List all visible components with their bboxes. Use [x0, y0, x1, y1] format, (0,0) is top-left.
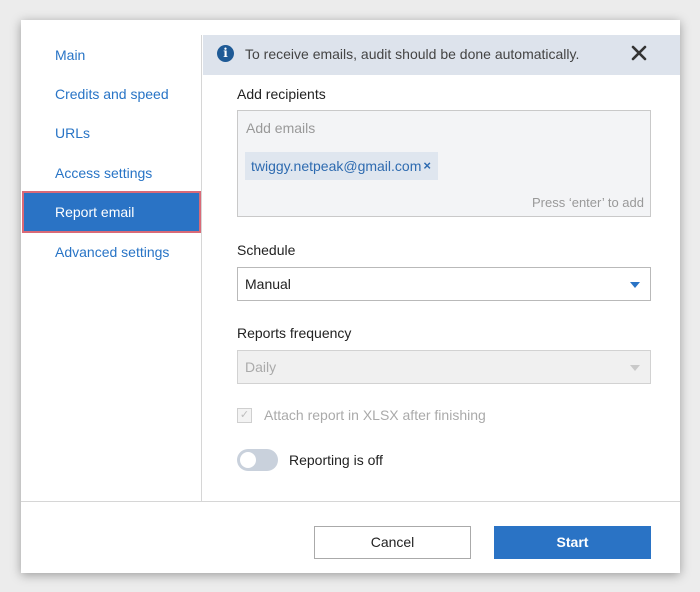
enter-hint: Press ‘enter’ to add: [531, 195, 644, 210]
chip-remove-icon[interactable]: ×: [423, 152, 431, 180]
recipients-input[interactable]: Add emails twiggy.netpeak@gmail.com × Pr…: [237, 110, 651, 217]
email-placeholder: Add emails: [246, 120, 316, 136]
frequency-label: Reports frequency: [237, 325, 352, 341]
close-icon[interactable]: [630, 44, 648, 62]
schedule-value: Manual: [245, 276, 291, 292]
cancel-button[interactable]: Cancel: [314, 526, 471, 559]
schedule-label: Schedule: [237, 242, 296, 258]
report-settings-dialog: Main Credits and speed URLs Access setti…: [21, 20, 680, 573]
recipients-label: Add recipients: [237, 86, 326, 102]
sidebar-item-main[interactable]: Main: [21, 36, 202, 74]
attach-report-label: Attach report in XLSX after finishing: [264, 407, 486, 423]
frequency-value: Daily: [245, 359, 277, 375]
sidebar-item-advanced-settings[interactable]: Advanced settings: [21, 233, 202, 271]
info-banner: i To receive emails, audit should be don…: [203, 35, 680, 75]
dialog-footer: Cancel Start: [21, 501, 680, 573]
schedule-select[interactable]: Manual: [237, 267, 651, 301]
chevron-down-icon: [630, 282, 640, 288]
chevron-down-icon: [630, 365, 640, 371]
settings-sidebar: Main Credits and speed URLs Access setti…: [21, 35, 202, 501]
toggle-knob: [240, 452, 256, 468]
info-icon: i: [217, 45, 234, 62]
attach-report-checkbox[interactable]: ✓: [237, 408, 252, 423]
email-chip-label: twiggy.netpeak@gmail.com: [251, 158, 422, 174]
reporting-status-label: Reporting is off: [289, 452, 383, 468]
banner-text: To receive emails, audit should be done …: [245, 46, 580, 62]
sidebar-item-access-settings[interactable]: Access settings: [21, 154, 202, 192]
sidebar-item-urls[interactable]: URLs: [21, 114, 202, 152]
sidebar-item-report-email[interactable]: Report email: [22, 191, 201, 233]
email-chip: twiggy.netpeak@gmail.com ×: [245, 152, 438, 180]
reporting-toggle[interactable]: [237, 449, 278, 471]
sidebar-item-credits-and-speed[interactable]: Credits and speed: [21, 75, 202, 113]
frequency-select[interactable]: Daily: [237, 350, 651, 384]
start-button[interactable]: Start: [494, 526, 651, 559]
